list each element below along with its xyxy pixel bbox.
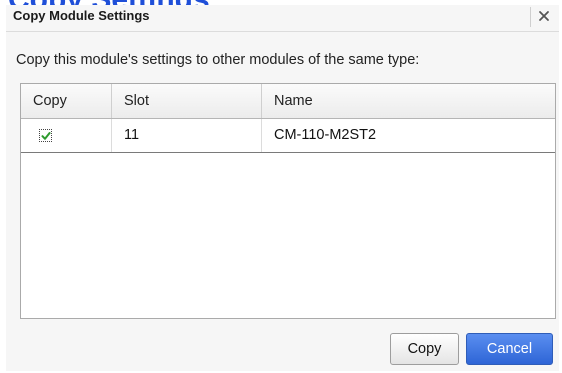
instructions-text: Copy this module's settings to other mod… bbox=[16, 52, 420, 68]
dialog-titlebar: Copy Module Settings bbox=[6, 5, 559, 32]
table-row[interactable]: 11 CM-110-M2ST2 bbox=[21, 119, 555, 153]
copy-cell bbox=[21, 119, 111, 152]
cancel-button[interactable]: Cancel bbox=[466, 333, 553, 365]
column-header-copy[interactable]: Copy bbox=[21, 84, 111, 118]
checkmark-icon bbox=[41, 132, 51, 140]
copy-module-settings-dialog: Copy Module Settings Copy this module's … bbox=[6, 5, 559, 371]
copy-button[interactable]: Copy bbox=[390, 333, 459, 365]
dialog-title: Copy Module Settings bbox=[13, 8, 150, 23]
close-icon bbox=[539, 11, 549, 21]
column-header-name[interactable]: Name bbox=[261, 84, 555, 118]
close-button[interactable] bbox=[530, 7, 557, 27]
copy-checkbox[interactable] bbox=[39, 129, 52, 142]
modules-grid: Copy Slot Name 11 CM-110-M2ST2 bbox=[20, 83, 556, 319]
name-cell: CM-110-M2ST2 bbox=[261, 119, 555, 152]
column-header-slot[interactable]: Slot bbox=[111, 84, 261, 118]
grid-header: Copy Slot Name bbox=[21, 84, 555, 119]
slot-cell: 11 bbox=[111, 119, 261, 152]
